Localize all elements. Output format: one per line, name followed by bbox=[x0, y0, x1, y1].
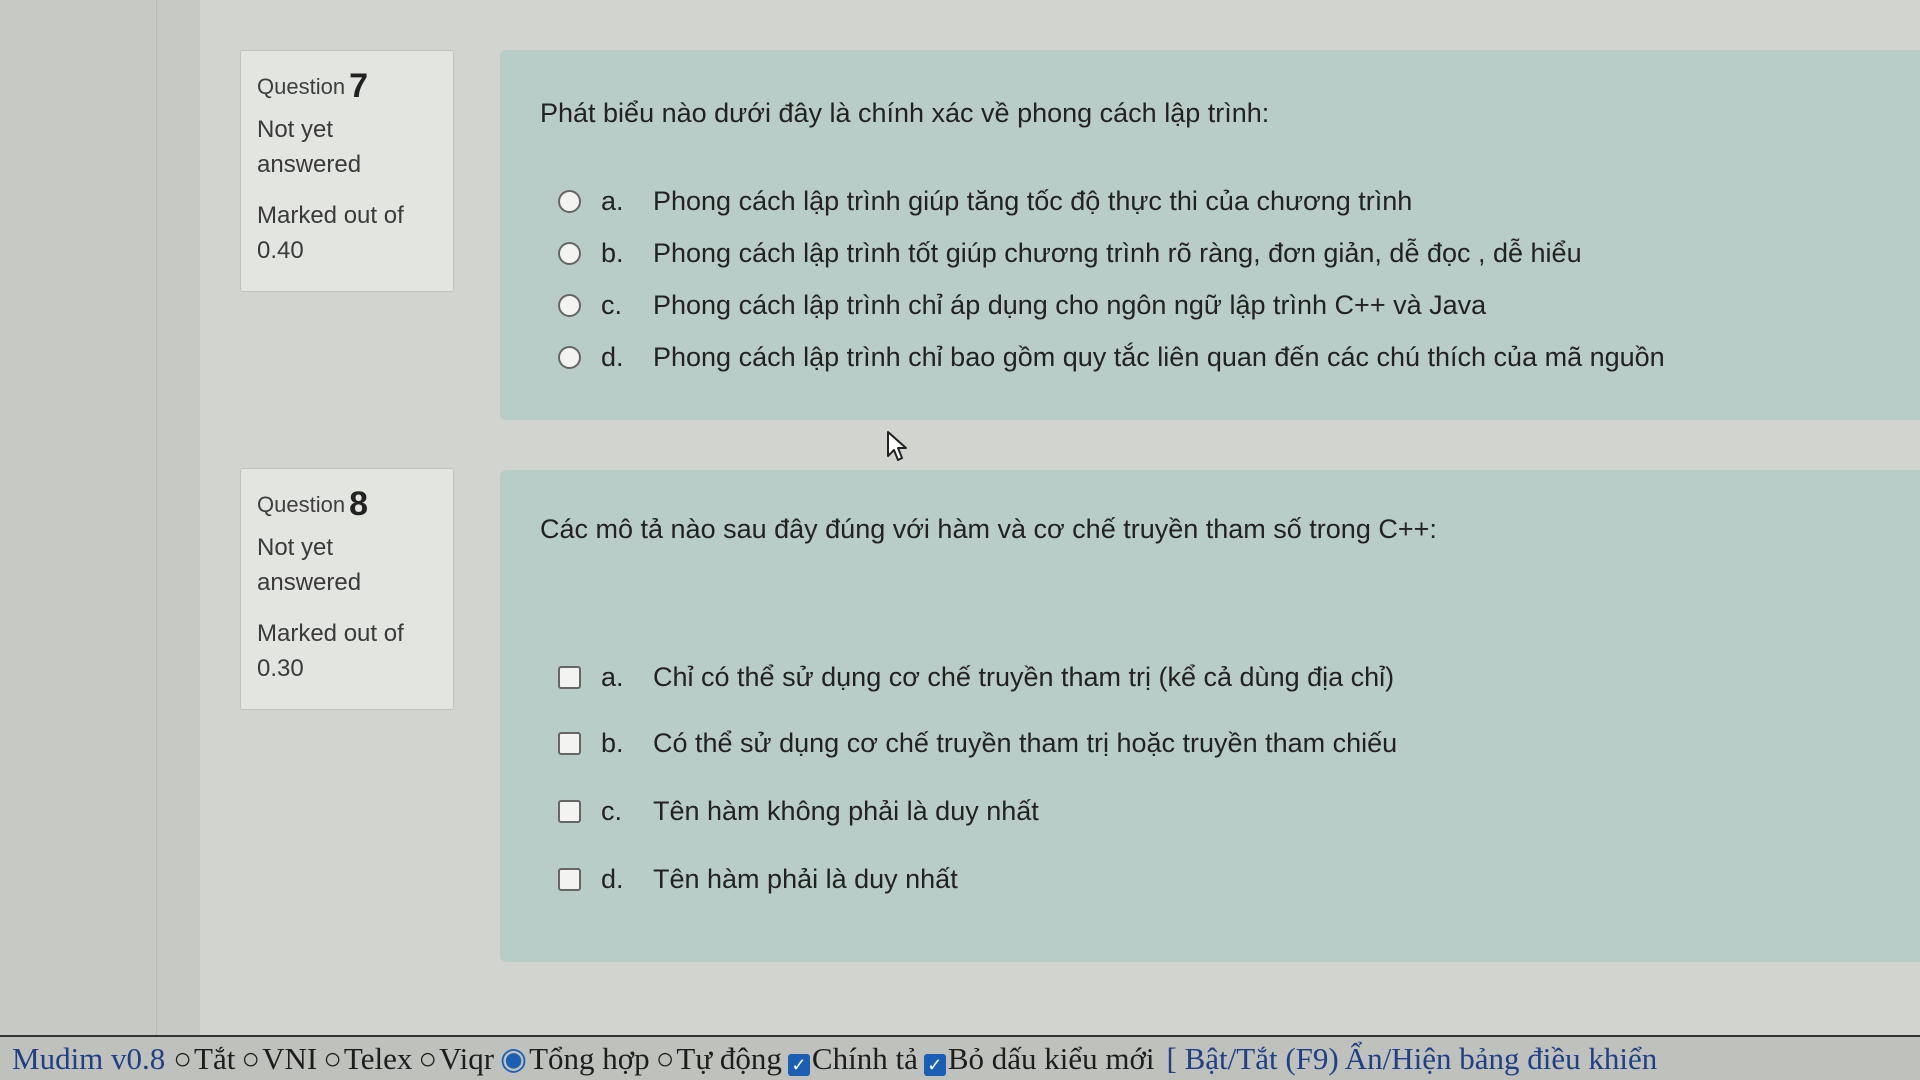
answer-option-d[interactable]: d. Phong cách lập trình chỉ bao gồm quy t… bbox=[558, 342, 1665, 373]
question-number: Question 7 bbox=[257, 67, 368, 105]
radio-button[interactable] bbox=[558, 294, 581, 317]
toggle-link[interactable]: [ Bật/Tắt (F9) bbox=[1167, 1041, 1339, 1077]
mudim-toolbar: Mudim v0.8 ○Tắt ○VNI ○Telex ○Viqr ◉Tổng … bbox=[0, 1035, 1920, 1080]
question-state: Not yet answered bbox=[257, 534, 362, 596]
answer-option-b[interactable]: b. Có thể sử dụng cơ chế truyền tham trị … bbox=[558, 728, 1397, 759]
answer-option-c[interactable]: c. Tên hàm không phải là duy nhất bbox=[558, 796, 1039, 827]
question-text: Các mô tả nào sau đây đúng với hàm và cơ… bbox=[540, 514, 1437, 544]
question-7-content: Phát biểu nào dưới đây là chính xác về p… bbox=[500, 50, 1920, 420]
panel-link[interactable]: Ẩn/Hiện bảng điều khiển bbox=[1345, 1041, 1658, 1077]
question-8-info: Question 8 Not yet answered Marked out of… bbox=[240, 468, 454, 710]
mudim-title: Mudim v0.8 bbox=[12, 1040, 166, 1076]
radio-button[interactable] bbox=[558, 190, 581, 213]
checkbox[interactable] bbox=[558, 868, 581, 891]
radio-button[interactable] bbox=[558, 242, 581, 265]
mode-telex-option[interactable]: ○Telex bbox=[323, 1041, 412, 1077]
answer-option-d[interactable]: d. Tên hàm phải là duy nhất bbox=[558, 864, 958, 895]
checkbox[interactable] bbox=[558, 666, 581, 689]
question-number: Question 8 bbox=[257, 485, 368, 523]
mode-off-option[interactable]: ○Tắt bbox=[173, 1041, 235, 1077]
mode-viqr-option[interactable]: ○Viqr bbox=[418, 1041, 494, 1077]
mode-combined-option[interactable]: ◉Tổng hợp bbox=[500, 1041, 650, 1077]
mouse-cursor-icon bbox=[887, 431, 907, 461]
answer-option-a[interactable]: a. Chỉ có thể sử dụng cơ chế truyền tham … bbox=[558, 662, 1394, 693]
checkbox[interactable] bbox=[558, 800, 581, 823]
answer-option-a[interactable]: a. Phong cách lập trình giúp tăng tốc độ … bbox=[558, 186, 1412, 217]
question-7-info: Question 7 Not yet answered Marked out of… bbox=[240, 50, 454, 292]
spell-check-checkbox[interactable]: ✓ Chính tả bbox=[787, 1041, 918, 1077]
new-accent-style-checkbox[interactable]: ✓ Bỏ dấu kiểu mới bbox=[923, 1041, 1155, 1077]
question-state: Not yet answered bbox=[257, 116, 362, 178]
divider bbox=[156, 0, 157, 1035]
question-8-content: Các mô tả nào sau đây đúng với hàm và cơ… bbox=[500, 470, 1920, 962]
question-grade: Marked out of 0.40 bbox=[257, 202, 404, 264]
mode-vni-option[interactable]: ○VNI bbox=[241, 1041, 317, 1077]
question-grade: Marked out of 0.30 bbox=[257, 620, 404, 682]
mode-auto-option[interactable]: ○Tự động bbox=[656, 1041, 782, 1077]
answer-option-c[interactable]: c. Phong cách lập trình chỉ áp dụng cho n… bbox=[558, 290, 1486, 321]
question-text: Phát biểu nào dưới đây là chính xác về p… bbox=[540, 98, 1270, 128]
checkbox[interactable] bbox=[558, 732, 581, 755]
answer-option-b[interactable]: b. Phong cách lập trình tốt giúp chương t… bbox=[558, 238, 1582, 269]
left-margin bbox=[0, 0, 201, 1035]
radio-button[interactable] bbox=[558, 346, 581, 369]
